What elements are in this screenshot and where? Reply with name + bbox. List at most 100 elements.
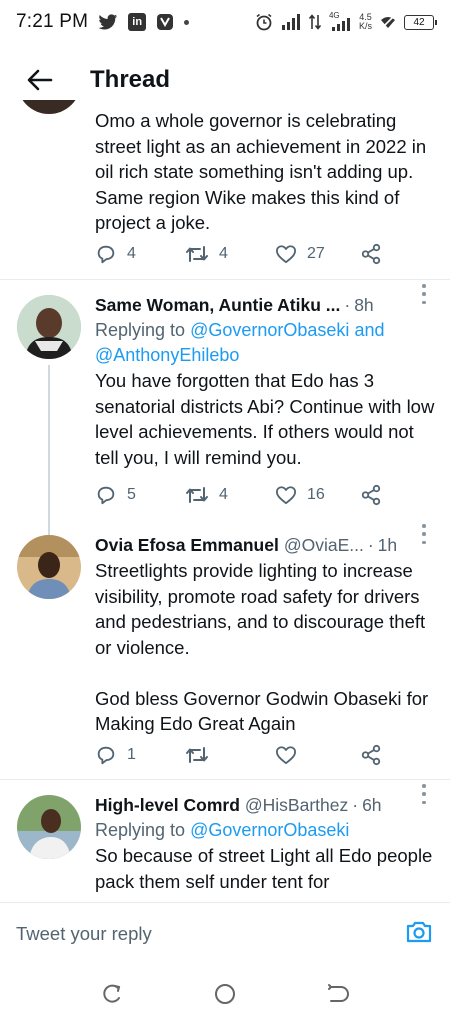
retweet-count: 4 — [219, 245, 228, 262]
tweet-time[interactable]: 8h — [354, 295, 373, 316]
more-options-button[interactable] — [416, 784, 432, 804]
retweet-icon — [186, 487, 208, 503]
like-button[interactable]: 27 — [275, 244, 325, 264]
reply-bar[interactable]: Tweet your reply — [0, 902, 450, 964]
mention-link[interactable]: @GovernorObaseki — [190, 820, 349, 840]
tweet-time[interactable]: 1h — [378, 535, 397, 556]
page-title: Thread — [90, 66, 171, 93]
recent-apps-button[interactable] — [100, 982, 124, 1006]
camera-button[interactable] — [404, 917, 434, 947]
tweet-author-row: High-level Comrd @HisBarthez · 6h — [95, 792, 435, 818]
reply-button[interactable]: 4 — [95, 243, 136, 265]
wifi-off-icon — [381, 15, 395, 29]
author-handle[interactable]: @OviaE... — [284, 535, 364, 556]
replying-and[interactable]: and — [354, 320, 384, 340]
tweet-card[interactable]: Same Woman, Auntie Atiku ... · 8h Replyi… — [0, 280, 450, 535]
share-button[interactable] — [360, 243, 382, 265]
share-icon — [361, 484, 381, 506]
reply-count: 5 — [127, 486, 136, 503]
back-nav-icon — [328, 984, 349, 1002]
avatar — [17, 100, 81, 114]
reply-icon — [97, 746, 115, 765]
recent-apps-icon — [103, 984, 121, 1003]
reply-input[interactable]: Tweet your reply — [16, 923, 152, 945]
tweet-actions: 5 4 16 — [95, 480, 395, 510]
separator-dot: · — [344, 294, 351, 315]
mention-link[interactable]: @GovernorObaseki — [190, 320, 349, 340]
data-arrows-icon — [308, 14, 321, 30]
avatar[interactable] — [17, 795, 81, 859]
status-time: 7:21 PM — [16, 11, 89, 32]
avatar[interactable] — [17, 535, 81, 599]
replying-prefix: Replying to — [95, 820, 186, 840]
network-speed: 4.5 K/s — [359, 13, 372, 31]
separator-dot: · — [367, 534, 374, 555]
linkedin-icon: in — [128, 13, 147, 31]
more-options-button[interactable] — [416, 524, 432, 544]
home-nav-button[interactable] — [213, 982, 237, 1006]
back-nav-button[interactable] — [326, 982, 350, 1006]
system-nav-bar — [0, 964, 450, 1024]
retweet-count: 4 — [219, 486, 228, 503]
battery-icon: 42 — [404, 14, 437, 30]
tweet-text: You have forgotten that Edo has 3 senato… — [95, 370, 435, 468]
alarm-icon — [256, 13, 272, 31]
heart-icon — [275, 746, 296, 765]
share-icon — [361, 744, 381, 766]
reply-button[interactable]: 5 — [95, 484, 136, 506]
share-button[interactable] — [360, 744, 382, 766]
like-count: 16 — [307, 486, 325, 503]
share-button[interactable] — [360, 484, 382, 506]
tweet-card[interactable]: High-level Comrd @HisBarthez · 6h Replyi… — [0, 780, 450, 900]
replying-prefix: Replying to — [95, 320, 186, 340]
signal-icon — [281, 14, 300, 30]
reply-count: 4 — [127, 245, 136, 262]
retweet-button[interactable] — [185, 744, 219, 766]
like-button[interactable] — [275, 745, 307, 765]
notification-dot — [184, 19, 190, 25]
battery-level: 42 — [413, 16, 425, 28]
thread-feed[interactable]: Omo a whole governor is celebrating stre… — [0, 100, 450, 900]
tweet-text: So because of street Light all Edo peopl… — [95, 845, 433, 892]
retweet-button[interactable]: 4 — [185, 484, 228, 506]
tweet-card[interactable]: Ovia Efosa Emmanuel @OviaE... · 1h Stree… — [0, 520, 450, 780]
tweet-card[interactable]: Omo a whole governor is celebrating stre… — [0, 100, 450, 280]
heart-icon — [275, 486, 296, 505]
tweet-text: Omo a whole governor is celebrating stre… — [95, 110, 427, 233]
home-circle-icon — [215, 984, 235, 1004]
like-count: 27 — [307, 245, 325, 262]
thread-line — [48, 365, 50, 535]
speed-unit: K/s — [358, 21, 372, 31]
status-bar: 7:21 PM in 4G 4.5 K/s 42 — [0, 0, 450, 44]
arrow-left-icon — [27, 69, 53, 91]
reply-count: 1 — [127, 746, 136, 763]
like-button[interactable]: 16 — [275, 485, 325, 505]
status-left-icons: in — [98, 13, 190, 31]
replying-to: Replying to @GovernorObaseki — [95, 818, 435, 843]
retweet-button[interactable]: 4 — [185, 243, 228, 265]
replying-to: Replying to @GovernorObaseki and @Anthon… — [95, 318, 435, 368]
tweet-author-row: Ovia Efosa Emmanuel @OviaE... · 1h — [95, 532, 435, 558]
mention-link[interactable]: @AnthonyEhilebo — [95, 345, 239, 365]
tweet-actions: 1 — [95, 740, 395, 770]
author-name[interactable]: Same Woman, Auntie Atiku ... — [95, 295, 340, 316]
share-icon — [361, 243, 381, 265]
more-options-button[interactable] — [416, 284, 432, 304]
tweet-time[interactable]: 6h — [362, 795, 381, 816]
tweet-text: Streetlights provide lighting to increas… — [95, 560, 429, 734]
tweet-author-row: Same Woman, Auntie Atiku ... · 8h — [95, 292, 435, 318]
reply-icon — [97, 245, 115, 264]
heart-icon — [275, 245, 296, 264]
author-handle[interactable]: @HisBarthez — [245, 795, 348, 816]
retweet-icon — [186, 246, 208, 262]
avatar[interactable] — [17, 295, 81, 359]
separator-dot: · — [352, 794, 359, 815]
camera-icon — [406, 921, 432, 943]
reply-button[interactable]: 1 — [95, 744, 136, 766]
status-right-icons: 4G 4.5 K/s 42 — [255, 11, 437, 31]
author-name[interactable]: High-level Comrd — [95, 795, 240, 816]
twitter-bird-icon — [98, 13, 118, 29]
4g-signal-icon: 4G — [329, 11, 351, 31]
viber-icon — [157, 14, 174, 30]
author-name[interactable]: Ovia Efosa Emmanuel — [95, 535, 279, 556]
